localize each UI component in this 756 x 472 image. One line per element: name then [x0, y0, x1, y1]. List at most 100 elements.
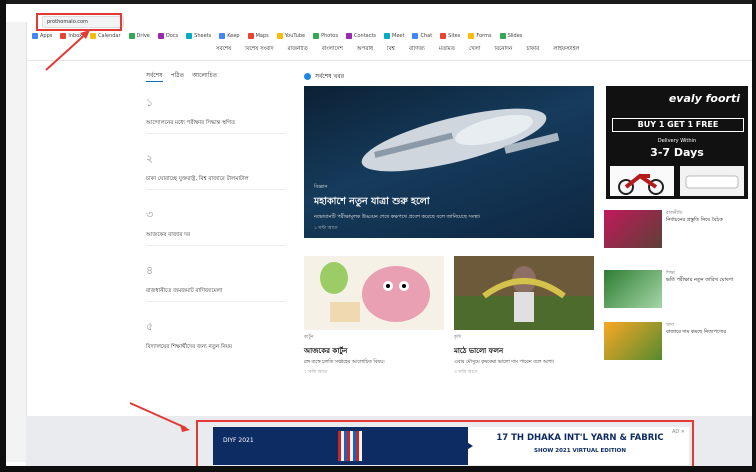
annotation-box-bottom — [196, 420, 694, 466]
news-text: শিক্ষা ভর্তি পরীক্ষার নতুন তারিখ ঘোষণা — [666, 270, 733, 308]
browser-window: prothomalo.com Apps Inbox Calendar Drive Doc… — [6, 4, 752, 466]
bookmark-label: Maps — [255, 33, 269, 39]
hero-story[interactable]: বিজ্ঞান মহাকাশে নতুন যাত্রা শুরু হলো নভো… — [304, 86, 594, 238]
bookmark-icon — [219, 33, 226, 39]
right-edge — [752, 0, 756, 472]
nav-item[interactable]: বিশেষ সংবাদ — [245, 46, 273, 58]
right-news-item[interactable]: রাজনীতি নির্বাচনের প্রস্তুতি নিয়ে বৈঠক — [604, 210, 750, 248]
bottom-edge — [0, 466, 756, 472]
bookmark-icon — [313, 33, 320, 39]
bookmark-label: Photos — [321, 33, 338, 39]
list-text: চাকা ঘোরাচ্ছে যুক্তরাষ্ট্র, বিশ্ব বাজারে… — [146, 176, 249, 182]
list-text: আজকের বাজার দর — [146, 232, 191, 238]
nav-item[interactable]: রাজনীতি — [288, 46, 308, 58]
bookmark-label: YouTube — [284, 33, 306, 39]
nav-item[interactable]: বাংলাদেশ — [322, 46, 343, 58]
nav-item[interactable]: লাইফস্টাইল — [553, 46, 579, 58]
list-item[interactable]: ২ চাকা ঘোরাচ্ছে যুক্তরাষ্ট্র, বিশ্ব বাজা… — [146, 150, 286, 190]
hero-time: ১ ঘণ্টা আগে — [314, 226, 338, 231]
bookmark-item[interactable]: Forms — [468, 33, 492, 39]
ad-promo: BUY 1 GET 1 FREE — [612, 118, 744, 132]
card-summary: রঙ্গ ব্যঙ্গে চলতি সপ্তাহের আলোচিত বিষয়। — [304, 360, 385, 365]
live-label[interactable]: সর্বশেষ খবর — [304, 71, 344, 82]
bookmark-icon — [384, 33, 391, 39]
ad-evaly[interactable]: evaly foorti BUY 1 GET 1 FREE Delivery W… — [606, 86, 748, 199]
nav-item[interactable]: অপরাধ — [357, 46, 373, 58]
bookmark-label: Chat — [420, 33, 433, 39]
annotation-box-top — [36, 13, 122, 31]
list-item[interactable]: ৩ আজকের বাজার দর — [146, 206, 286, 246]
bookmark-label: Calendar — [98, 33, 121, 39]
bookmark-icon — [60, 33, 67, 39]
bookmark-item[interactable]: Calendar — [90, 33, 121, 39]
list-text: রাজধানীতে জমজমাট বাণিজ্যমেলা — [146, 288, 223, 294]
ad-product-ac — [680, 166, 744, 196]
bookmark-label: Forms — [476, 33, 492, 39]
bookmark-item[interactable]: Apps — [32, 33, 52, 39]
hero-summary: নভোযানটি পরীক্ষামূলক উড্ডয়ন শেষে কক্ষপথ… — [314, 214, 481, 220]
bookmark-icon — [157, 33, 164, 39]
bookmark-item[interactable]: Maps — [247, 33, 269, 39]
news-thumb — [604, 210, 662, 248]
cartoon-image — [304, 256, 444, 330]
bookmark-item[interactable]: Meet — [384, 33, 404, 39]
bookmarks-bar: Apps Inbox Calendar Drive Docs Sheets Keep Maps… — [26, 30, 752, 42]
nav-item[interactable]: চাকরি — [526, 46, 539, 58]
hero-title[interactable]: মহাকাশে নতুন যাত্রা শুরু হলো — [314, 195, 584, 210]
right-news-item[interactable]: খাদ্য বাজারে দাম কমছে নিত্যপণ্যের — [604, 322, 750, 360]
card-time: ২ ঘণ্টা আগে — [304, 370, 328, 375]
bookmark-item[interactable]: Keep — [219, 33, 240, 39]
tab-discussed[interactable]: আলোচিত — [192, 70, 217, 82]
bookmark-icon — [90, 33, 97, 39]
news-kicker: শিক্ষা — [666, 271, 675, 276]
news-kicker: খাদ্য — [666, 323, 674, 328]
bookmark-item[interactable]: Sites — [440, 33, 460, 39]
nav-item[interactable]: বিশ্ব — [387, 46, 395, 58]
list-item[interactable]: ১ আন্দোলনের মধ্যে পরীক্ষার সিদ্ধান্ত স্থ… — [146, 94, 286, 134]
bookmark-item[interactable]: Slides — [499, 33, 522, 39]
bookmark-label: Sites — [448, 33, 461, 39]
nav-item[interactable]: বিনোদন — [494, 46, 512, 58]
nav-item[interactable]: বাণিজ্য — [409, 46, 425, 58]
list-number: ৩ — [146, 208, 154, 221]
bookmark-label: Sheets — [194, 33, 212, 39]
list-number: ১ — [146, 96, 154, 109]
ad-product-bike — [610, 166, 674, 196]
bookmark-item[interactable]: Photos — [313, 33, 338, 39]
news-card-cartoon[interactable]: কার্টুন আজকের কার্টুন রঙ্গ ব্যঙ্গে চলতি … — [304, 256, 444, 376]
bookmark-item[interactable]: Docs — [157, 33, 179, 39]
nav-item[interactable]: মতামত — [439, 46, 455, 58]
list-item[interactable]: ৫ বিদ্যালয়ের শিক্ষার্থীদের জন্য নতুন নি… — [146, 318, 286, 351]
card-title[interactable]: আজকের কার্টুন — [304, 345, 444, 357]
bookmark-label: Contacts — [353, 33, 377, 39]
bookmark-label: Keep — [227, 33, 240, 39]
right-news-item[interactable]: শিক্ষা ভর্তি পরীক্ষার নতুন তারিখ ঘোষণা — [604, 270, 750, 308]
list-text: আন্দোলনের মধ্যে পরীক্ষার সিদ্ধান্ত স্থগি… — [146, 120, 236, 126]
bookmark-item[interactable]: Chat — [412, 33, 432, 39]
news-thumb — [604, 270, 662, 308]
news-card-farming[interactable]: কৃষি মাঠে ভালো ফলন এবার মৌসুমে কৃষকেরা ভ… — [454, 256, 594, 376]
news-thumb — [604, 322, 662, 360]
tab-latest[interactable]: সর্বশেষ — [146, 70, 163, 82]
bookmark-label: Meet — [392, 33, 405, 39]
bookmark-icon — [468, 33, 475, 39]
spaceship-image — [361, 108, 560, 172]
bookmark-icon — [186, 33, 193, 39]
nav-item[interactable]: সর্বশেষ — [216, 46, 231, 58]
bookmark-item[interactable]: Drive — [128, 33, 150, 39]
card-time: ৩ ঘণ্টা আগে — [454, 370, 478, 375]
news-headline: নির্বাচনের প্রস্তুতি নিয়ে বৈঠক — [666, 217, 723, 223]
card-title[interactable]: মাঠে ভালো ফলন — [454, 345, 594, 357]
news-kicker: রাজনীতি — [666, 211, 683, 216]
list-item[interactable]: ৪ রাজধানীতে জমজমাট বাণিজ্যমেলা — [146, 262, 286, 302]
nav-item[interactable]: খেলা — [469, 46, 481, 58]
bookmark-item[interactable]: Inbox — [60, 33, 82, 39]
bookmark-item[interactable]: YouTube — [276, 33, 306, 39]
bookmark-label: Drive — [136, 33, 150, 39]
bookmark-item[interactable]: Sheets — [186, 33, 211, 39]
bookmark-label: Apps — [40, 33, 53, 39]
tab-most-read[interactable]: পঠিত — [171, 70, 185, 82]
bookmark-label: Docs — [165, 33, 179, 39]
bookmark-icon — [345, 33, 352, 39]
bookmark-item[interactable]: Contacts — [345, 33, 377, 39]
